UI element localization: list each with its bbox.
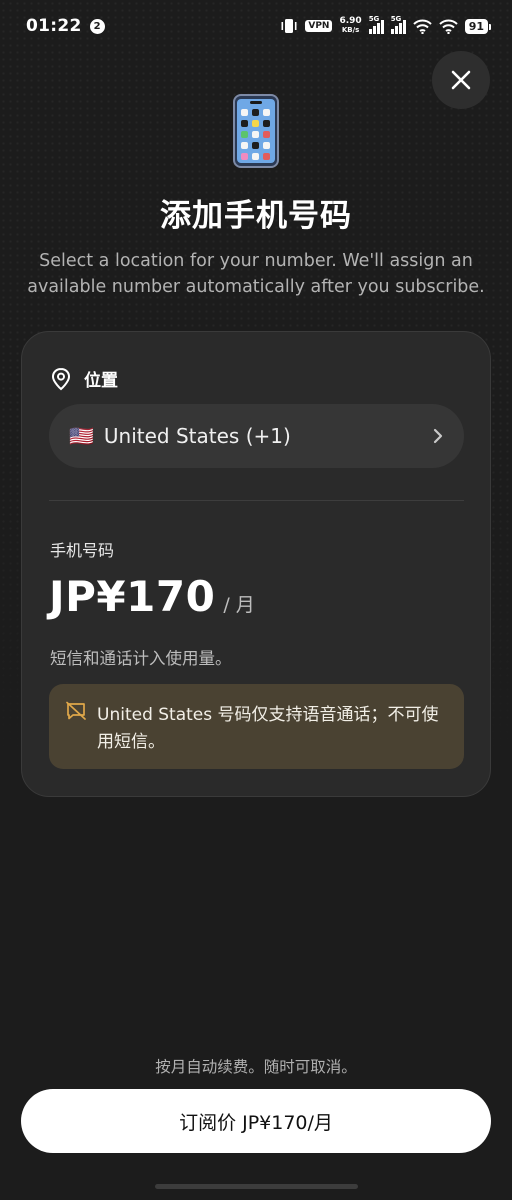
location-label: 位置 [84, 371, 118, 391]
speed-unit: KB/s [341, 26, 360, 34]
status-time: 01:22 [26, 16, 82, 36]
chevron-right-icon [433, 428, 443, 444]
us-flag-icon: 🇺🇸 [69, 424, 94, 448]
subscribe-button[interactable]: 订阅价 JP¥170/月 [21, 1089, 491, 1153]
location-pin-icon [51, 367, 71, 390]
sms-warning-banner: United States 号码仅支持语音通话；不可使用短信。 [49, 684, 464, 769]
price-row: JP¥170 / 月 [49, 572, 255, 621]
status-left: 01:22 2 [26, 16, 105, 36]
page-subtitle: Select a location for your number. We'll… [27, 251, 485, 297]
status-right: VPN 6.90 KB/s 5G 5G 91 [280, 15, 492, 35]
plan-card: 位置 🇺🇸 United States (+1) 手机号码 JP¥170 / 月… [21, 331, 491, 797]
sim2-signal-icon: 5G [390, 15, 406, 34]
location-header: 位置 [50, 366, 118, 391]
close-icon [451, 70, 471, 90]
speed-value: 6.90 [339, 16, 362, 26]
vibrate-icon [281, 19, 297, 33]
home-indicator[interactable] [155, 1184, 358, 1189]
network-speed: 6.90 KB/s [339, 17, 361, 35]
wifi-icon [412, 19, 432, 34]
notification-badge: 2 [89, 18, 105, 34]
price-value: JP¥170 [49, 572, 216, 621]
location-value: United States (+1) [103, 424, 291, 448]
location-selector[interactable]: 🇺🇸 United States (+1) [49, 404, 464, 468]
battery-level: 91 [464, 18, 492, 34]
vpn-badge: VPN [305, 20, 333, 32]
wifi-icon-secondary [438, 19, 458, 34]
sms-disabled-icon [66, 701, 86, 720]
sim2-type: 5G [390, 15, 402, 23]
renew-note: 按月自动续费。随时可取消。 [155, 1058, 357, 1076]
number-label: 手机号码 [50, 541, 115, 560]
phone-icon [233, 94, 279, 168]
usage-note: 短信和通话计入使用量。 [50, 649, 232, 668]
close-button[interactable] [432, 51, 490, 109]
page-title: 添加手机号码 [160, 198, 352, 234]
sim1-type: 5G [368, 15, 380, 23]
status-bar: 01:22 2 VPN 6.90 KB/s 5G 5G 91 [0, 0, 512, 52]
sim1-signal-icon: 5G [368, 15, 384, 34]
screen: 01:22 2 VPN 6.90 KB/s 5G 5G 91 添加手机号码 Se… [0, 0, 512, 1200]
price-period: / 月 [223, 594, 255, 616]
divider [49, 500, 464, 501]
warning-text: United States 号码仅支持语音通话；不可使用短信。 [97, 705, 439, 752]
